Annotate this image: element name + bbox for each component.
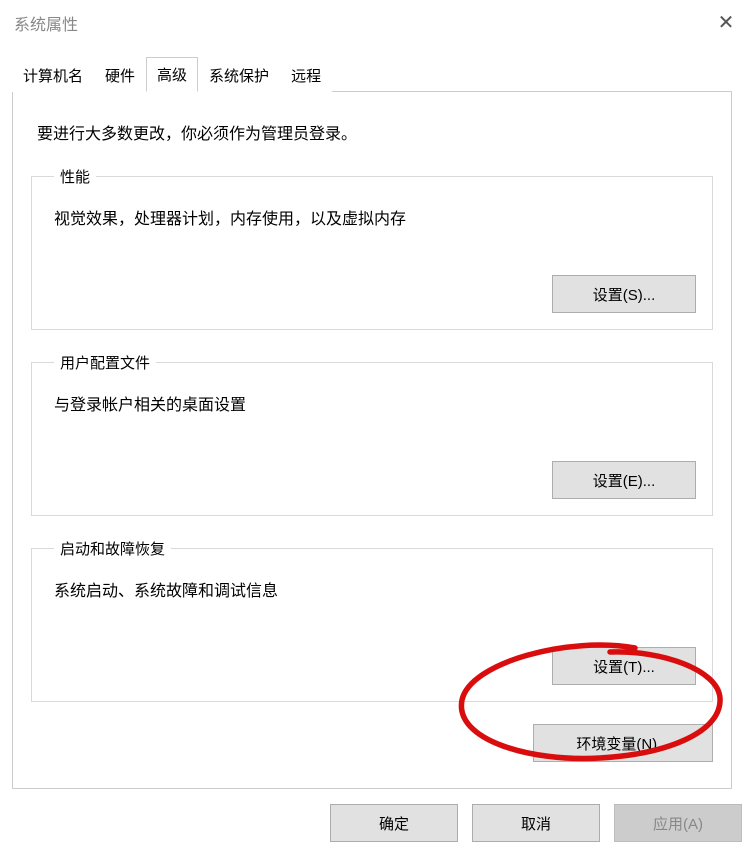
group-performance: 性能 视觉效果，处理器计划，内存使用，以及虚拟内存 设置(S)... bbox=[31, 166, 713, 330]
titlebar: 系统属性 ✕ bbox=[0, 0, 756, 46]
user-profiles-desc: 与登录帐户相关的桌面设置 bbox=[54, 391, 696, 415]
close-button[interactable]: ✕ bbox=[696, 0, 756, 46]
ok-button[interactable]: 确定 bbox=[330, 804, 458, 842]
startup-recovery-settings-button[interactable]: 设置(T)... bbox=[552, 647, 696, 685]
tab-system-protection[interactable]: 系统保护 bbox=[198, 58, 280, 92]
admin-note: 要进行大多数更改，你必须作为管理员登录。 bbox=[37, 120, 713, 144]
dialog-footer: 确定 取消 应用(A) bbox=[0, 789, 756, 857]
apply-button[interactable]: 应用(A) bbox=[614, 804, 742, 842]
tab-hardware[interactable]: 硬件 bbox=[94, 58, 146, 92]
group-user-profiles-legend: 用户配置文件 bbox=[54, 352, 156, 373]
performance-settings-button[interactable]: 设置(S)... bbox=[552, 275, 696, 313]
group-startup-recovery: 启动和故障恢复 系统启动、系统故障和调试信息 设置(T)... bbox=[31, 538, 713, 702]
group-user-profiles: 用户配置文件 与登录帐户相关的桌面设置 设置(E)... bbox=[31, 352, 713, 516]
user-profiles-settings-button[interactable]: 设置(E)... bbox=[552, 461, 696, 499]
performance-desc: 视觉效果，处理器计划，内存使用，以及虚拟内存 bbox=[54, 205, 696, 229]
environment-variables-button[interactable]: 环境变量(N)... bbox=[533, 724, 713, 762]
close-icon: ✕ bbox=[718, 10, 735, 35]
group-startup-recovery-legend: 启动和故障恢复 bbox=[54, 538, 171, 559]
tab-computer-name[interactable]: 计算机名 bbox=[12, 58, 94, 92]
dialog-content: 计算机名 硬件 高级 系统保护 远程 要进行大多数更改，你必须作为管理员登录。 … bbox=[0, 46, 756, 857]
group-performance-legend: 性能 bbox=[54, 166, 96, 187]
tab-panel-advanced: 要进行大多数更改，你必须作为管理员登录。 性能 视觉效果，处理器计划，内存使用，… bbox=[12, 92, 732, 789]
dialog-title: 系统属性 bbox=[14, 11, 78, 35]
system-properties-dialog: 系统属性 ✕ 计算机名 硬件 高级 系统保护 远程 要进行大多数更改，你必须作为… bbox=[0, 0, 756, 832]
tab-remote[interactable]: 远程 bbox=[280, 58, 332, 92]
tab-advanced[interactable]: 高级 bbox=[146, 57, 198, 92]
tab-strip: 计算机名 硬件 高级 系统保护 远程 bbox=[12, 56, 732, 92]
cancel-button[interactable]: 取消 bbox=[472, 804, 600, 842]
startup-recovery-desc: 系统启动、系统故障和调试信息 bbox=[54, 577, 696, 601]
